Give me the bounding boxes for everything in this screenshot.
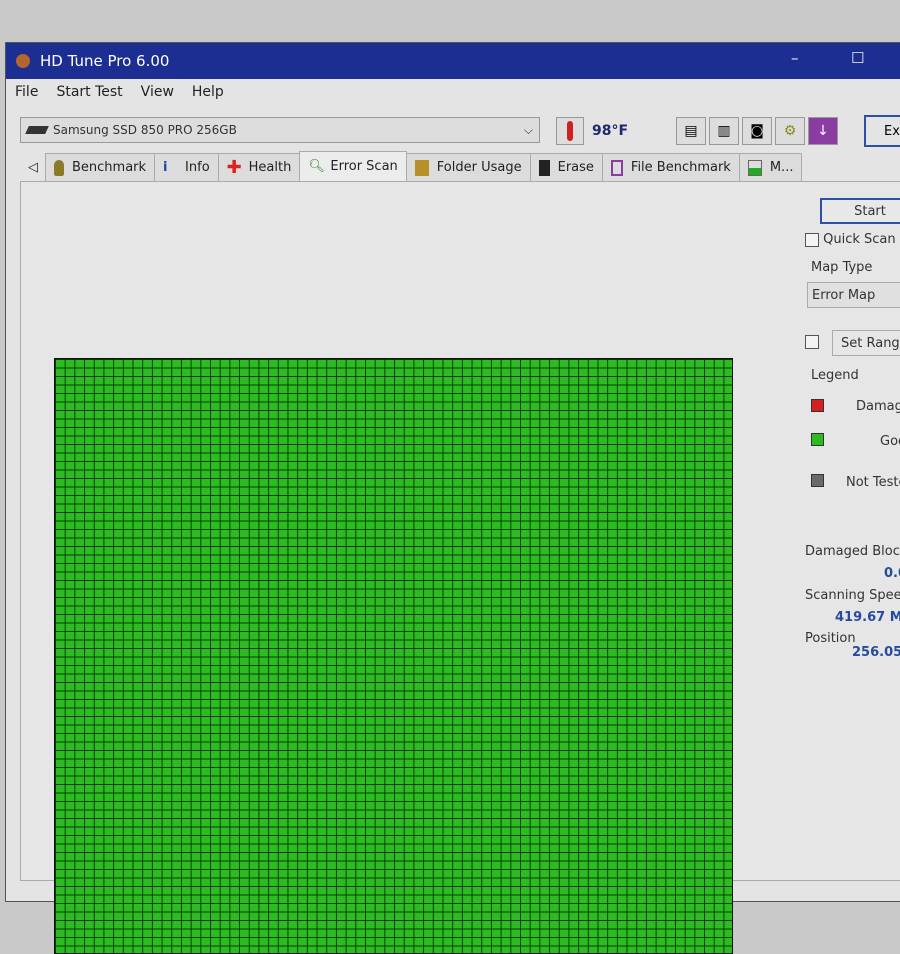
magnifier-icon: 🔍︎ bbox=[308, 158, 325, 174]
drive-icon bbox=[25, 126, 49, 134]
quick-scan-label: Quick Scan bbox=[823, 232, 896, 247]
folder-icon bbox=[414, 159, 429, 176]
tab-erase[interactable]: Erase bbox=[529, 153, 603, 181]
app-window: HD Tune Pro 6.00 – ☐ File Start Test Vie… bbox=[5, 42, 900, 954]
tab-more[interactable]: M... bbox=[738, 153, 803, 181]
tab-info[interactable]: i Info bbox=[154, 153, 219, 181]
menu-start-test[interactable]: Start Test bbox=[56, 84, 122, 100]
tab-health[interactable]: ✚ Health bbox=[217, 153, 301, 181]
legend-not-tested-label: Not Tested bbox=[846, 475, 900, 490]
chart-icon bbox=[747, 159, 762, 176]
menu-view[interactable]: View bbox=[141, 84, 174, 100]
scanning-speed-label: Scanning Speed bbox=[805, 588, 900, 603]
title-bar: HD Tune Pro 6.00 – ☐ bbox=[6, 43, 900, 79]
copy-info-button[interactable]: ▤ bbox=[676, 117, 706, 145]
set-range-button[interactable]: Set Range bbox=[832, 330, 900, 356]
tab-label: Folder Usage bbox=[436, 160, 522, 175]
tab-bar: ◁ Benchmark i Info ✚ Health 🔍︎ Error Scan F… bbox=[20, 151, 803, 181]
scanning-speed-value: 419.67 MB/s bbox=[835, 610, 900, 625]
trash-icon bbox=[538, 159, 550, 176]
tab-error-scan[interactable]: 🔍︎ Error Scan bbox=[299, 151, 407, 181]
camera-icon: ◙ bbox=[750, 123, 764, 139]
tab-scroll-left[interactable]: ◁ bbox=[20, 153, 46, 181]
tab-label: Erase bbox=[557, 160, 594, 175]
menu-help[interactable]: Help bbox=[192, 84, 224, 100]
gears-icon: ⚙ bbox=[783, 123, 797, 139]
legend-not-tested-swatch bbox=[811, 474, 824, 487]
screenshot-button[interactable]: ◙ bbox=[742, 117, 772, 145]
info-icon: i bbox=[163, 159, 168, 175]
copy-all-button[interactable]: ▥ bbox=[709, 117, 739, 145]
quick-scan-checkbox[interactable]: Quick Scan bbox=[805, 232, 896, 247]
chevron-down-icon: ⌵ bbox=[523, 122, 533, 137]
thermometer-icon bbox=[556, 117, 584, 145]
map-type-select[interactable]: Error Map bbox=[807, 282, 900, 308]
tab-folder-usage[interactable]: Folder Usage bbox=[405, 153, 531, 181]
file-benchmark-icon bbox=[610, 159, 623, 176]
download-arrow-icon: ↓ bbox=[817, 123, 829, 139]
arrow-left-icon: ◁ bbox=[28, 159, 38, 175]
start-button[interactable]: Start bbox=[820, 198, 900, 224]
window-title: HD Tune Pro 6.00 bbox=[40, 52, 170, 70]
tab-label: File Benchmark bbox=[630, 160, 731, 175]
legend-title: Legend bbox=[811, 368, 859, 383]
options-button[interactable]: ⚙ bbox=[775, 117, 805, 145]
drive-name: Samsung SSD 850 PRO 256GB bbox=[53, 123, 237, 137]
copy-icon: ▤ bbox=[684, 123, 698, 139]
health-cross-icon: ✚ bbox=[226, 156, 242, 178]
error-scan-panel: Start Quick Scan Map Type Error Map Set … bbox=[20, 181, 900, 954]
checkbox[interactable] bbox=[805, 334, 819, 349]
set-range-checkbox[interactable] bbox=[805, 334, 819, 349]
exit-button[interactable]: Exit bbox=[864, 115, 900, 147]
position-value: 256.05 GB bbox=[852, 645, 900, 660]
map-type-label: Map Type bbox=[811, 260, 873, 275]
tab-label: M... bbox=[769, 160, 794, 175]
legend-damaged-swatch bbox=[811, 399, 824, 412]
tab-benchmark[interactable]: Benchmark bbox=[45, 153, 156, 181]
lightbulb-icon bbox=[54, 159, 64, 176]
menu-file[interactable]: File bbox=[15, 84, 38, 100]
copy-all-icon: ▥ bbox=[717, 123, 731, 139]
minimize-button[interactable]: – bbox=[791, 49, 799, 67]
app-logo-icon bbox=[16, 54, 30, 68]
tab-label: Error Scan bbox=[330, 159, 398, 174]
legend-good-swatch bbox=[811, 433, 824, 446]
maximize-button[interactable]: ☐ bbox=[851, 49, 864, 67]
damaged-blocks-value: 0.0 % bbox=[884, 566, 900, 581]
tab-file-benchmark[interactable]: File Benchmark bbox=[601, 153, 740, 181]
checkbox[interactable] bbox=[805, 232, 819, 247]
tab-label: Health bbox=[248, 160, 292, 175]
download-button[interactable]: ↓ bbox=[808, 117, 838, 145]
temperature: 98°F bbox=[592, 123, 629, 139]
tab-label: Info bbox=[185, 160, 210, 175]
damaged-blocks-label: Damaged Blocks bbox=[805, 544, 900, 559]
error-map-grid bbox=[54, 358, 733, 954]
tab-label: Benchmark bbox=[72, 160, 147, 175]
legend-damaged-label: Damaged bbox=[856, 399, 900, 414]
drive-select[interactable]: Samsung SSD 850 PRO 256GB ⌵ bbox=[20, 117, 540, 143]
position-label: Position bbox=[805, 631, 856, 646]
legend-good-label: Good bbox=[880, 434, 900, 449]
menu-bar: File Start Test View Help bbox=[6, 79, 900, 105]
